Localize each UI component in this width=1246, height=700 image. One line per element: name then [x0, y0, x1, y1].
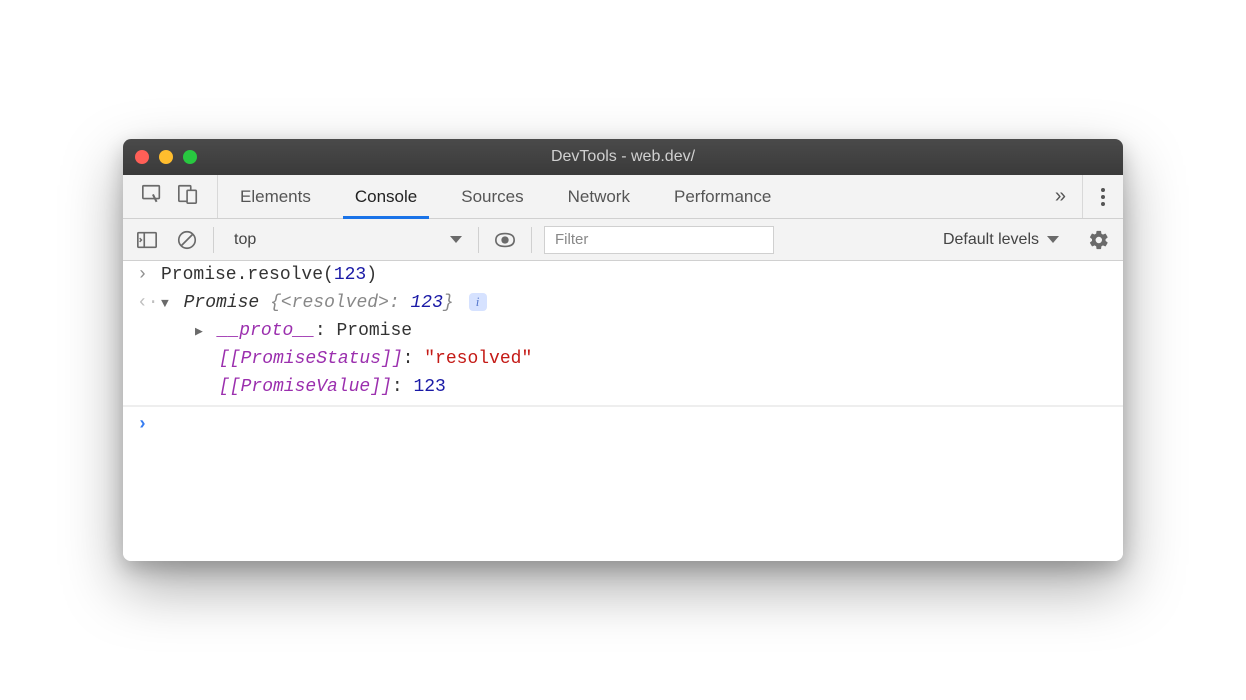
object-state-open: {< — [270, 293, 292, 313]
close-window-button[interactable] — [135, 150, 149, 164]
input-chevron-icon: › — [137, 265, 161, 285]
promise-value-property: [[PromiseValue]]: 123 — [161, 377, 1109, 397]
device-toolbar-group — [123, 175, 218, 218]
tab-elements[interactable]: Elements — [218, 175, 333, 218]
context-label: top — [234, 231, 256, 249]
tab-network[interactable]: Network — [546, 175, 652, 218]
object-state-mid: >: — [378, 293, 410, 313]
panels-tab-bar: Elements Console Sources Network Perform… — [123, 175, 1123, 219]
inspect-element-icon[interactable] — [141, 183, 163, 210]
proto-property[interactable]: ▶ __proto__: Promise — [161, 321, 1109, 341]
toggle-device-icon[interactable] — [177, 183, 199, 210]
internal-slot-key: [[PromiseStatus]] — [219, 349, 403, 369]
object-property-row: ▶ __proto__: Promise — [123, 317, 1123, 345]
object-property-row: [[PromiseValue]]: 123 — [123, 373, 1123, 406]
console-output: › Promise.resolve(123) ‹· ▼ Promise {<re… — [123, 261, 1123, 561]
titlebar: DevTools - web.dev/ — [123, 139, 1123, 175]
toggle-console-sidebar-button[interactable] — [133, 226, 161, 254]
code-text: ) — [366, 265, 377, 285]
divider — [213, 227, 214, 253]
divider — [531, 227, 532, 253]
object-state-word: resolved — [292, 293, 378, 313]
object-class-name: Promise — [184, 293, 260, 313]
live-expression-button[interactable] — [491, 226, 519, 254]
kebab-icon — [1101, 188, 1105, 206]
console-result-row: ‹· ▼ Promise {<resolved>: 123} i — [123, 289, 1123, 317]
object-property-row: [[PromiseStatus]]: "resolved" — [123, 345, 1123, 373]
object-state-value: 123 — [411, 293, 443, 313]
console-prompt-row[interactable]: › — [123, 406, 1123, 439]
execution-context-select[interactable]: top — [226, 231, 466, 249]
chevron-down-icon — [450, 236, 462, 243]
console-settings-button[interactable] — [1085, 226, 1113, 254]
object-state-close: } — [443, 293, 454, 313]
proto-value: Promise — [336, 321, 412, 341]
promise-status-property: [[PromiseStatus]]: "resolved" — [161, 349, 1109, 369]
levels-label: Default levels — [943, 231, 1039, 249]
settings-menu-button[interactable] — [1082, 175, 1123, 218]
panel-tabs: Elements Console Sources Network Perform… — [218, 175, 1039, 218]
code-number: 123 — [334, 265, 366, 285]
internal-slot-key: [[PromiseValue]] — [219, 377, 392, 397]
more-tabs-button[interactable]: » — [1039, 175, 1082, 218]
window-controls — [135, 150, 197, 164]
console-input-line[interactable]: Promise.resolve(123) — [161, 265, 1109, 285]
divider — [478, 227, 479, 253]
tab-console[interactable]: Console — [333, 175, 439, 218]
minimize-window-button[interactable] — [159, 150, 173, 164]
internal-slot-value: "resolved" — [424, 349, 532, 369]
console-input-row: › Promise.resolve(123) — [123, 261, 1123, 289]
maximize-window-button[interactable] — [183, 150, 197, 164]
info-icon[interactable]: i — [469, 293, 487, 311]
internal-slot-value: 123 — [413, 377, 445, 397]
proto-key: __proto__ — [218, 321, 315, 341]
clear-console-button[interactable] — [173, 226, 201, 254]
prompt-chevron-icon: › — [137, 415, 161, 435]
disclosure-triangle-open-icon[interactable]: ▼ — [161, 296, 169, 311]
console-toolbar: top Default levels — [123, 219, 1123, 261]
tab-performance[interactable]: Performance — [652, 175, 793, 218]
devtools-window: DevTools - web.dev/ Elements Console Sou… — [123, 139, 1123, 561]
disclosure-triangle-closed-icon[interactable]: ▶ — [195, 324, 203, 339]
object-preview[interactable]: ▼ Promise {<resolved>: 123} i — [161, 293, 1109, 313]
filter-input[interactable] — [544, 226, 774, 254]
output-chevron-icon: ‹· — [137, 293, 161, 313]
tab-sources[interactable]: Sources — [439, 175, 545, 218]
code-text: Promise.resolve( — [161, 265, 334, 285]
log-levels-select[interactable]: Default levels — [943, 231, 1059, 249]
chevron-down-icon — [1047, 236, 1059, 243]
window-title: DevTools - web.dev/ — [551, 148, 695, 166]
